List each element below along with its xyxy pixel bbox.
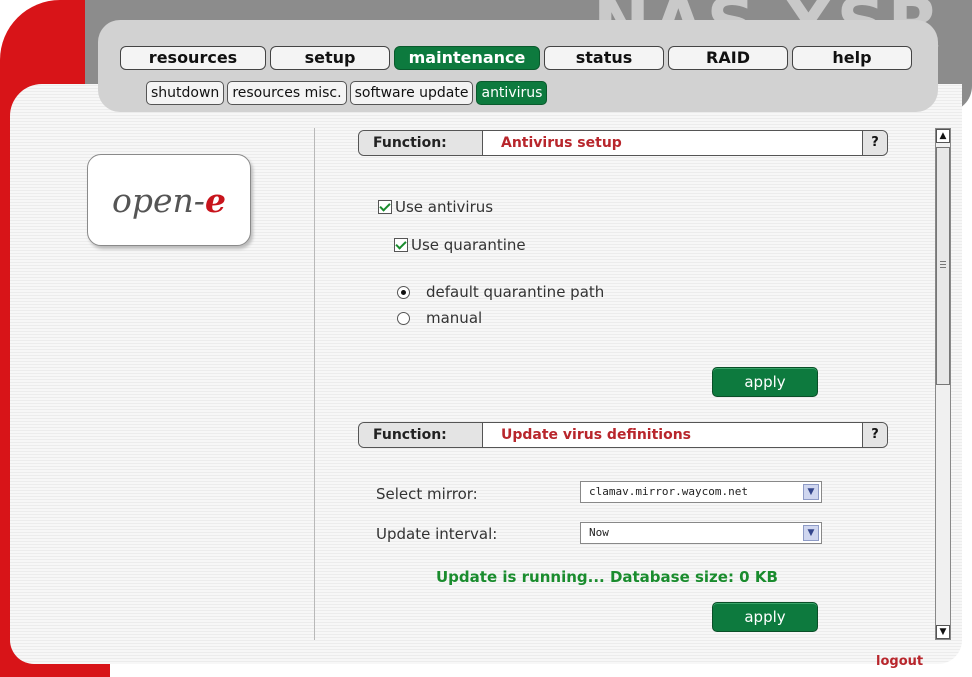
tab-maintenance[interactable]: maintenance <box>394 46 540 70</box>
subtab-resources-misc[interactable]: resources misc. <box>227 81 347 105</box>
mirror-select[interactable]: clamav.mirror.waycom.net ▼ <box>580 481 822 503</box>
radio-default-quarantine-path[interactable]: default quarantine path <box>397 283 604 301</box>
help-button[interactable]: ? <box>862 131 887 155</box>
sub-tabs: shutdown resources misc. software update… <box>146 81 548 105</box>
vertical-scrollbar[interactable]: ▲ ▼ <box>935 128 951 640</box>
subtab-software-update[interactable]: software update <box>349 81 474 105</box>
open-e-logo: open-e <box>87 154 251 246</box>
tab-raid[interactable]: RAID <box>668 46 788 70</box>
scroll-down-arrow-icon[interactable]: ▼ <box>936 625 950 639</box>
radio-default-label: default quarantine path <box>426 283 605 301</box>
update-status-message: Update is running... Database size: 0 KB <box>436 568 778 586</box>
function-bar-update-definitions: Function: Update virus definitions ? <box>358 422 888 448</box>
update-interval-label: Update interval: <box>376 525 498 543</box>
update-interval-select[interactable]: Now ▼ <box>580 522 822 544</box>
use-quarantine-checkbox[interactable]: Use quarantine <box>394 236 526 254</box>
apply-button-update[interactable]: apply <box>712 602 818 632</box>
logout-link[interactable]: logout <box>876 654 923 669</box>
scroll-up-arrow-icon[interactable]: ▲ <box>936 129 950 143</box>
radio-selected-icon[interactable] <box>397 285 410 299</box>
use-antivirus-label: Use antivirus <box>395 198 494 216</box>
tab-help[interactable]: help <box>792 46 912 70</box>
function-label: Function: <box>359 423 483 447</box>
select-mirror-label: Select mirror: <box>376 485 478 503</box>
checkbox-icon[interactable] <box>394 238 408 252</box>
radio-manual-label: manual <box>426 309 483 327</box>
help-button[interactable]: ? <box>862 423 887 447</box>
apply-button-antivirus[interactable]: apply <box>712 367 818 397</box>
main-tabs: resources setup maintenance status RAID … <box>120 46 912 70</box>
tab-status[interactable]: status <box>544 46 664 70</box>
subtab-antivirus[interactable]: antivirus <box>476 81 548 105</box>
function-title: Antivirus setup <box>501 135 622 151</box>
logo-text: open-e <box>88 181 250 220</box>
radio-manual[interactable]: manual <box>397 309 482 327</box>
radio-unselected-icon[interactable] <box>397 311 410 325</box>
logo-text-main: open- <box>112 181 205 220</box>
mirror-select-value: clamav.mirror.waycom.net <box>589 485 748 498</box>
scrollbar-thumb[interactable] <box>936 147 950 385</box>
tab-resources[interactable]: resources <box>120 46 266 70</box>
checkbox-icon[interactable] <box>378 200 392 214</box>
subtab-shutdown[interactable]: shutdown <box>146 81 225 105</box>
scrollbar-grip-icon <box>940 260 946 268</box>
use-antivirus-checkbox[interactable]: Use antivirus <box>378 198 493 216</box>
function-label: Function: <box>359 131 483 155</box>
function-title: Update virus definitions <box>501 427 691 443</box>
chevron-down-icon[interactable]: ▼ <box>803 525 819 541</box>
chevron-down-icon[interactable]: ▼ <box>803 484 819 500</box>
content-divider <box>314 128 315 640</box>
use-quarantine-label: Use quarantine <box>411 236 526 254</box>
interval-select-value: Now <box>589 526 609 539</box>
function-bar-antivirus-setup: Function: Antivirus setup ? <box>358 130 888 156</box>
tab-setup[interactable]: setup <box>270 46 390 70</box>
logo-text-accent: e <box>204 181 226 220</box>
